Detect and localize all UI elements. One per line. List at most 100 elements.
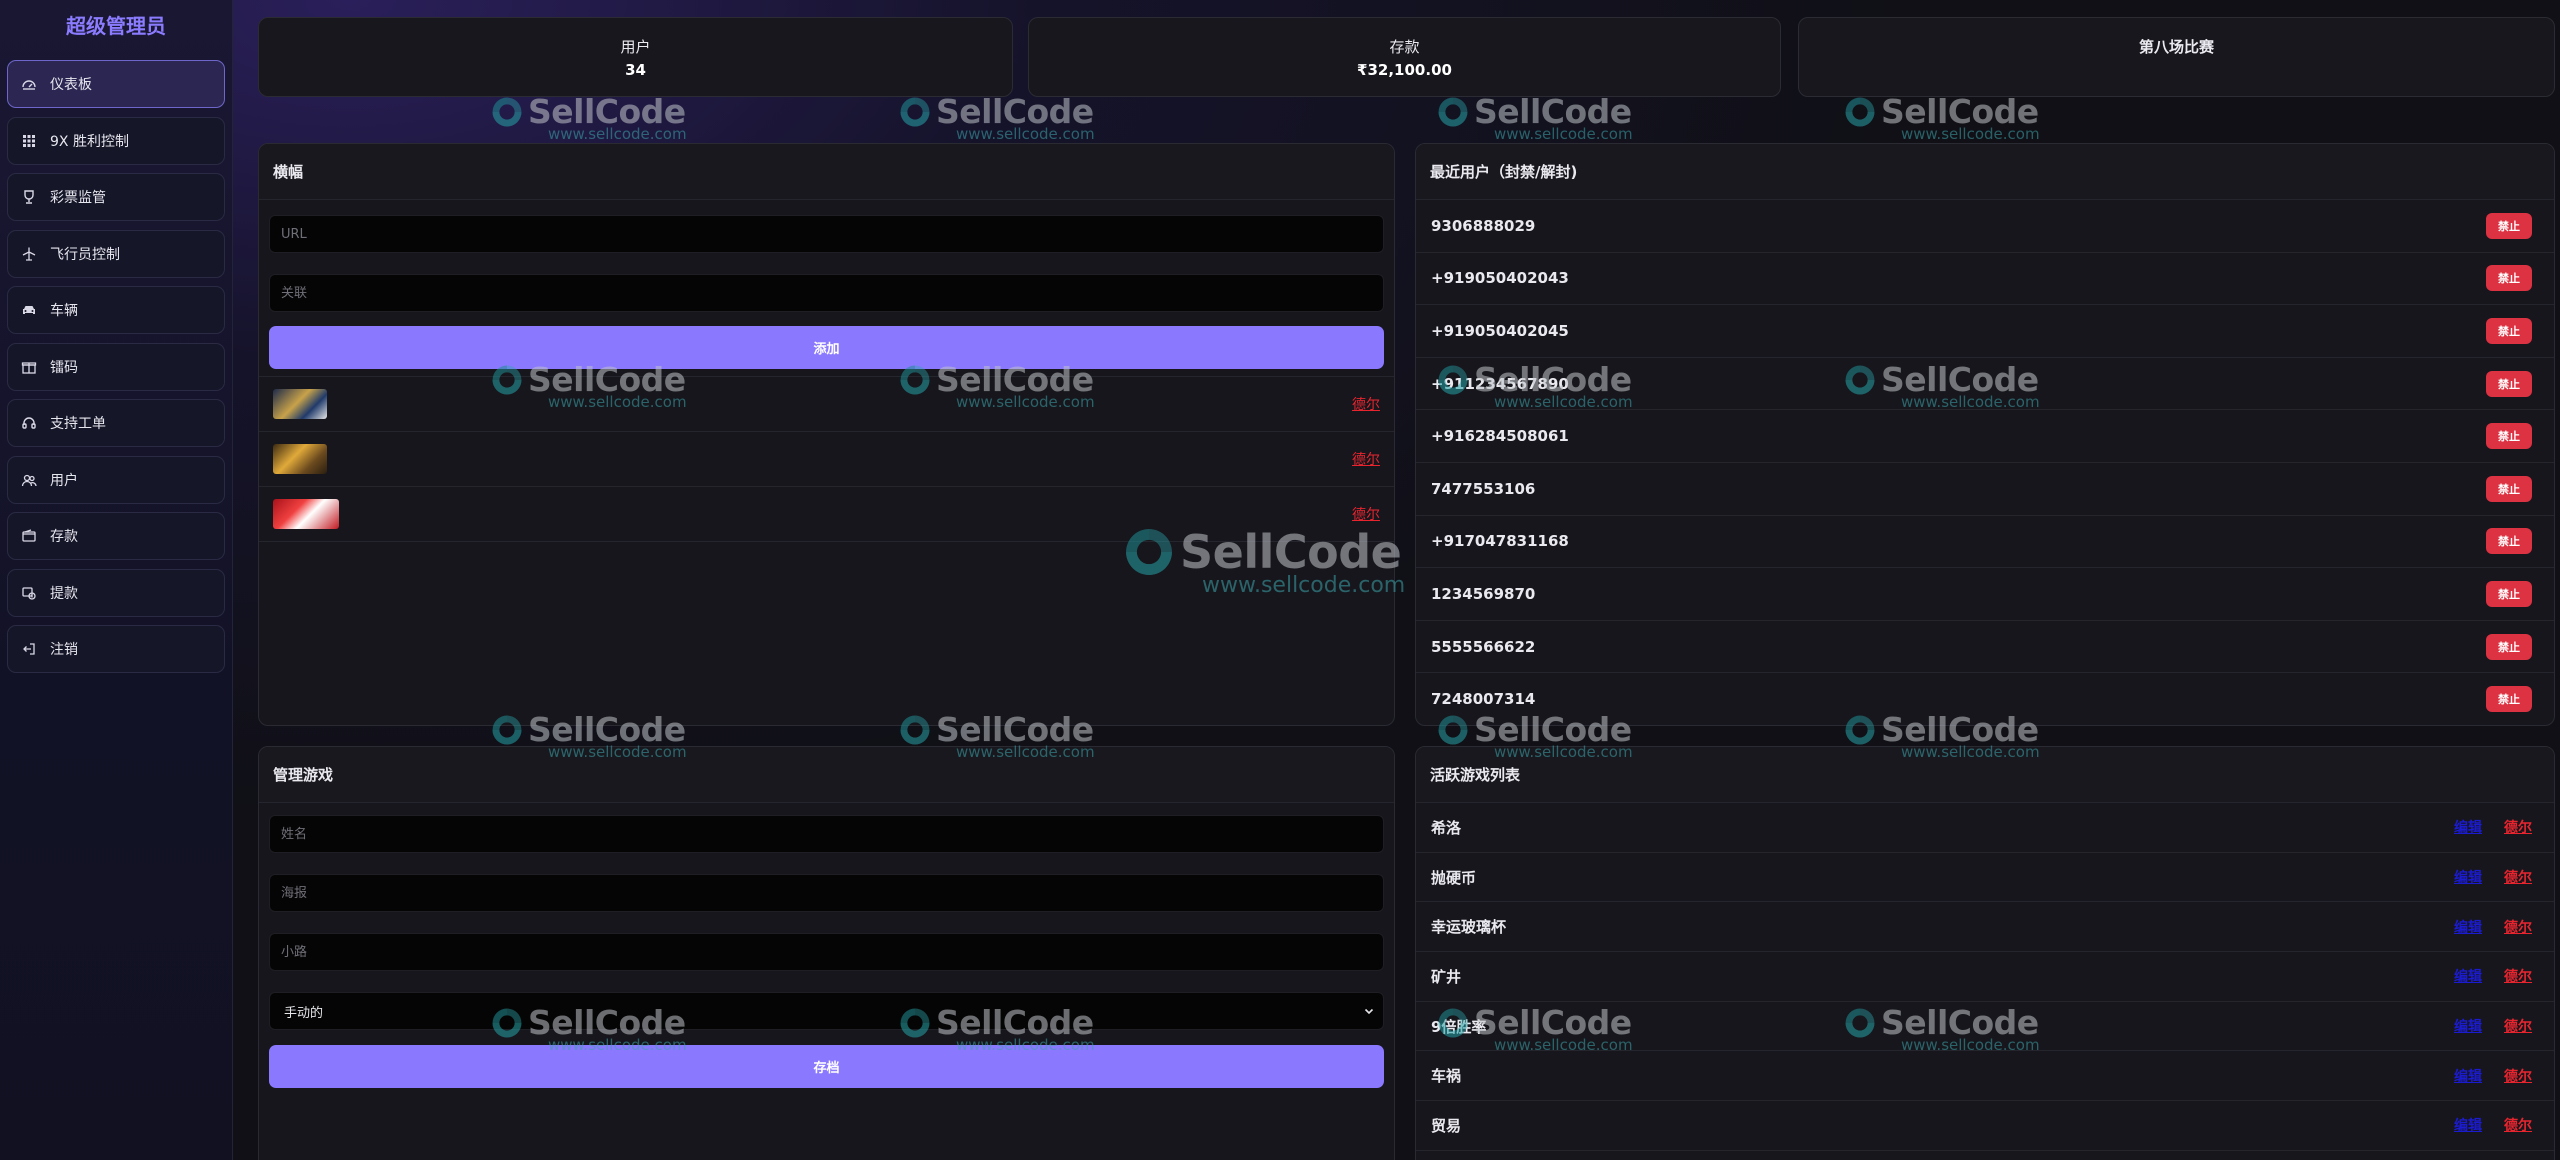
ban-button[interactable]: 禁止 [2486,317,2532,344]
active-games-panel: 活跃游戏列表 希洛 编辑 德尔 抛硬币 编辑 德尔 幸运玻璃杯 编辑 德尔 矿井 编辑 德尔 9… [1415,746,2555,1160]
stat-card-deposits: 存款 ₹32,100.00 [1028,17,1781,97]
game-name: 车祸 [1431,1067,1462,1086]
sidebar-item-codes[interactable]: 镭码 [7,342,225,391]
dashboard-icon [21,76,37,92]
user-phone: 5555566622 [1431,637,1536,656]
sidebar-item-lottery[interactable]: 彩票监管 [7,173,225,221]
user-row: 5555566622 禁止 [1416,621,2554,674]
game-mode-select[interactable]: 手动的 [269,992,1384,1030]
user-row: 7248007314 禁止 [1416,673,2554,725]
sidebar-item-label: 车辆 [50,303,78,319]
user-row: 1234569870 禁止 [1416,568,2554,621]
user-row: +919050402043 禁止 [1416,253,2554,306]
delete-game-link[interactable]: 德尔 [2504,820,2532,836]
sidebar-item-withdrawals[interactable]: 提款 [7,568,225,617]
delete-banner-link[interactable]: 德尔 [1352,504,1380,524]
game-name: 抛硬币 [1431,868,1477,887]
stat-card-match: 第八场比赛 [1798,17,2555,97]
ban-button[interactable]: 禁止 [2486,475,2532,502]
delete-banner-link[interactable]: 德尔 [1352,449,1380,469]
game-poster-input[interactable] [269,874,1384,912]
game-row: 9倍胜率 编辑 德尔 [1416,1002,2554,1052]
stat-label: 存款 [1389,37,1420,56]
stat-value: ₹32,100.00 [1357,60,1452,79]
banner-thumbnail [273,389,327,419]
banner-row: 德尔 [259,377,1394,432]
user-row: 9306888029 禁止 [1416,200,2554,253]
user-phone: +919050402043 [1431,269,1569,288]
delete-game-link[interactable]: 德尔 [2504,969,2532,985]
sidebar-item-logout[interactable]: 注销 [7,625,225,673]
user-row: 7477553106 禁止 [1416,463,2554,516]
banner-link-input[interactable] [269,274,1384,312]
delete-game-link[interactable]: 德尔 [2504,1019,2532,1035]
user-phone: +919050402045 [1431,321,1569,340]
game-name: 9倍胜率 [1431,1017,1487,1036]
users-icon [21,472,37,488]
sidebar-item-deposits[interactable]: 存款 [7,512,225,560]
edit-game-link[interactable]: 编辑 [2454,820,2482,836]
ban-button[interactable]: 禁止 [2486,633,2532,660]
edit-game-link[interactable]: 编辑 [2454,969,2482,985]
user-phone: +916284508061 [1431,427,1569,446]
delete-game-link[interactable]: 德尔 [2504,1118,2532,1134]
game-name: 贸易 [1431,1116,1462,1135]
ban-button[interactable]: 禁止 [2486,528,2532,555]
sidebar-item-dashboard[interactable]: 仪表板 [7,60,225,108]
chevron-down-icon [1363,1005,1375,1017]
sidebar-item-label: 彩票监管 [50,190,106,206]
game-row: 矿井 编辑 德尔 [1416,952,2554,1002]
ban-button[interactable]: 禁止 [2486,686,2532,713]
ban-button[interactable]: 禁止 [2486,265,2532,292]
banner-thumbnail [273,499,339,529]
edit-game-link[interactable]: 编辑 [2454,870,2482,886]
panel-title: 管理游戏 [259,747,1394,803]
sidebar-item-pilot-control[interactable]: 飞行员控制 [7,229,225,278]
plane-icon [21,246,37,262]
delete-game-link[interactable]: 德尔 [2504,870,2532,886]
trophy-icon [21,189,37,205]
sidebar-item-users[interactable]: 用户 [7,455,225,504]
ban-button[interactable]: 禁止 [2486,370,2532,397]
banner-panel: 横幅 添加 德尔 德尔 德尔 [258,143,1395,726]
sidebar-item-label: 9X 胜利控制 [50,133,129,150]
delete-game-link[interactable]: 德尔 [2504,1069,2532,1085]
sidebar-item-label: 仪表板 [50,77,92,93]
sidebar-item-label: 注销 [50,642,78,658]
edit-game-link[interactable]: 编辑 [2454,920,2482,936]
brand-title: 超级管理员 [66,13,166,38]
ban-button[interactable]: 禁止 [2486,580,2532,607]
sidebar-item-9x-control[interactable]: 9X 胜利控制 [7,116,225,165]
save-game-button[interactable]: 存档 [269,1045,1384,1088]
ban-button[interactable]: 禁止 [2486,212,2532,239]
wallet-icon [21,528,37,544]
manage-games-panel: 管理游戏 手动的 存档 [258,746,1395,1160]
add-banner-button[interactable]: 添加 [269,326,1384,369]
edit-game-link[interactable]: 编辑 [2454,1069,2482,1085]
delete-banner-link[interactable]: 德尔 [1352,394,1380,414]
car-icon [21,302,37,318]
game-name-input[interactable] [269,815,1384,853]
delete-game-link[interactable]: 德尔 [2504,920,2532,936]
ban-button[interactable]: 禁止 [2486,423,2532,450]
sidebar-item-support[interactable]: 支持工单 [7,399,225,447]
panel-title: 活跃游戏列表 [1416,747,2554,803]
game-route-input[interactable] [269,933,1384,971]
user-phone: +917047831168 [1431,532,1569,551]
grid-icon [21,133,37,149]
panel-title: 横幅 [259,144,1394,200]
banner-url-input[interactable] [269,215,1384,253]
stat-card-users: 用户 34 [258,17,1013,97]
panel-title: 最近用户（封禁/解封) [1416,144,2554,200]
user-phone: 7248007314 [1431,690,1536,709]
stat-label: 用户 [620,37,651,56]
sidebar-item-vehicles[interactable]: 车辆 [7,286,225,334]
game-row: 希洛 编辑 德尔 [1416,803,2554,853]
sidebar-nav: 仪表板 9X 胜利控制 彩票监管 飞行员控制 车辆 镭码 支持工单 用户 存款 … [0,48,232,673]
sidebar-item-label: 支持工单 [50,416,106,432]
user-row: +919050402045 禁止 [1416,305,2554,358]
edit-game-link[interactable]: 编辑 [2454,1019,2482,1035]
edit-game-link[interactable]: 编辑 [2454,1118,2482,1134]
banner-thumbnail [273,444,327,474]
sidebar-item-label: 提款 [50,585,78,602]
